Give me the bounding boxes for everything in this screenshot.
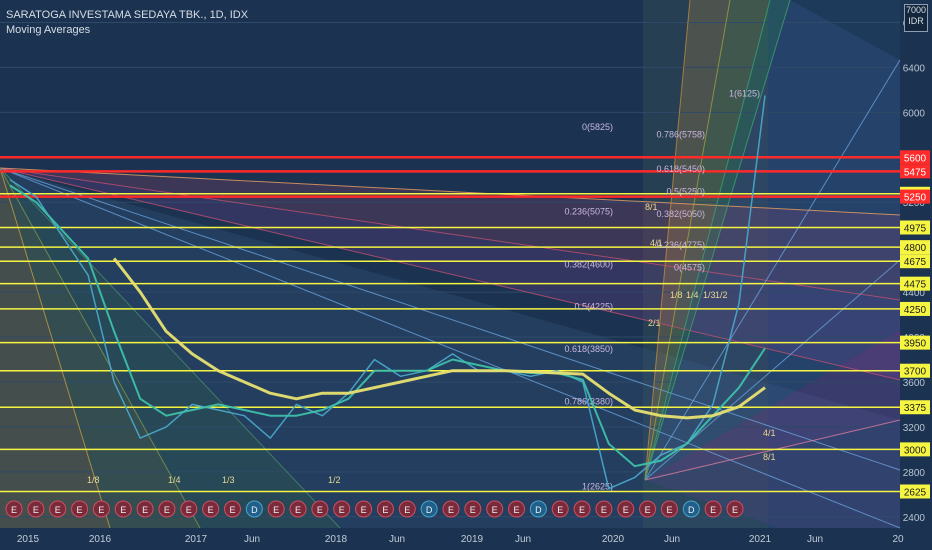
price-level-label: 2625: [904, 487, 927, 498]
y-tick-label: 3200: [903, 423, 926, 434]
price-level-label: 5250: [904, 193, 927, 204]
price-level-label: 3000: [904, 445, 927, 456]
marker-label: E: [98, 505, 104, 515]
marker-label: E: [186, 505, 192, 515]
marker-label: E: [470, 505, 476, 515]
marker-label: E: [492, 505, 498, 515]
marker-label: E: [295, 505, 301, 515]
fib-label: 0.618(3850): [564, 344, 613, 354]
currency-badge: 7000 IDR: [904, 4, 928, 32]
fan-label: 4/1: [763, 428, 776, 438]
marker-label: E: [623, 505, 629, 515]
fan-label: 1/3: [222, 475, 235, 485]
marker-label: E: [710, 505, 716, 515]
x-tick-label: 2016: [89, 534, 112, 545]
marker-label: E: [361, 505, 367, 515]
price-level-label: 5600: [904, 153, 927, 164]
marker-label: E: [382, 505, 388, 515]
price-level-label: 4675: [904, 257, 927, 268]
fib-label: 0(4575): [674, 262, 705, 272]
fib-label: 0.382(5050): [656, 209, 705, 219]
x-tick-label: Jun: [244, 534, 260, 545]
marker-label: E: [579, 505, 585, 515]
marker-label: E: [11, 505, 17, 515]
marker-label: E: [273, 505, 279, 515]
marker-label: E: [77, 505, 83, 515]
fan-label: 8/1: [763, 452, 776, 462]
y-tick-label: 2400: [903, 513, 926, 524]
marker-label: E: [645, 505, 651, 515]
price-level-label: 3375: [904, 403, 927, 414]
chart-title: SARATOGA INVESTAMA SEDAYA TBK., 1D, IDX: [6, 9, 249, 21]
x-tick-label: 2020: [602, 534, 625, 545]
fib-label: 0(5825): [582, 122, 613, 132]
fib-label: 0.382(4600): [564, 260, 613, 270]
fan-label: 2/1: [648, 318, 661, 328]
marker-label: E: [229, 505, 235, 515]
fib-label: 0.786(5758): [656, 130, 705, 140]
fan-label: 1/8: [670, 290, 683, 300]
x-tick-label: 2017: [185, 534, 208, 545]
price-level-label: 5475: [904, 167, 927, 178]
marker-label: E: [33, 505, 39, 515]
fib-label: 1(6125): [729, 88, 760, 98]
marker-label: E: [142, 505, 148, 515]
price-level-label: 4250: [904, 305, 927, 316]
marker-label: E: [208, 505, 214, 515]
x-tick-label: Jun: [389, 534, 405, 545]
x-tick-label: Jun: [664, 534, 680, 545]
currency-top: 7000: [905, 5, 927, 15]
x-tick-label: 2019: [461, 534, 484, 545]
marker-label: D: [251, 505, 258, 515]
marker-label: E: [557, 505, 563, 515]
fan-label: 1/3: [703, 290, 716, 300]
price-chart[interactable]: 2400280032003600400044004800520056006000…: [0, 0, 932, 550]
fib-label: 0.5(5250): [666, 187, 705, 197]
price-level-label: 4800: [904, 243, 927, 254]
fib-label: 0.5(4225): [574, 302, 613, 312]
marker-label: E: [514, 505, 520, 515]
price-level-label: 3950: [904, 339, 927, 350]
y-tick-label: 6000: [903, 108, 926, 119]
fib-label: 0.236(5075): [564, 206, 613, 216]
marker-label: E: [164, 505, 170, 515]
fan-label: 1/4: [686, 290, 699, 300]
y-tick-label: 2800: [903, 468, 926, 479]
marker-label: E: [448, 505, 454, 515]
marker-label: E: [732, 505, 738, 515]
y-tick-label: 6400: [903, 63, 926, 74]
y-tick-label: 3600: [903, 378, 926, 389]
x-tick-label: 2021: [749, 534, 772, 545]
marker-label: E: [55, 505, 61, 515]
x-tick-label: 2018: [325, 534, 348, 545]
x-tick-label: Jun: [515, 534, 531, 545]
fib-label: 0.236(4775): [656, 240, 705, 250]
marker-label: D: [426, 505, 433, 515]
x-tick-label: 20: [892, 534, 904, 545]
fan-label: 8/1: [645, 202, 658, 212]
marker-label: E: [601, 505, 607, 515]
fib-label: 0.618(5450): [656, 164, 705, 174]
currency-unit: IDR: [908, 16, 924, 26]
x-tick-label: Jun: [807, 534, 823, 545]
fan-label: 4/1: [650, 238, 663, 248]
marker-label: D: [535, 505, 542, 515]
fan-label: 1/2: [715, 290, 728, 300]
marker-label: D: [688, 505, 695, 515]
price-level-label: 4475: [904, 280, 927, 291]
marker-label: E: [120, 505, 126, 515]
marker-label: E: [666, 505, 672, 515]
price-level-label: 4975: [904, 223, 927, 234]
fan-label: 1/2: [328, 475, 341, 485]
marker-label: E: [317, 505, 323, 515]
marker-label: E: [404, 505, 410, 515]
fan-label: 1/8: [87, 475, 100, 485]
marker-label: E: [339, 505, 345, 515]
price-level-label: 3700: [904, 367, 927, 378]
fan-label: 1/4: [168, 475, 181, 485]
indicator-label: Moving Averages: [6, 24, 91, 36]
x-tick-label: 2015: [17, 534, 40, 545]
